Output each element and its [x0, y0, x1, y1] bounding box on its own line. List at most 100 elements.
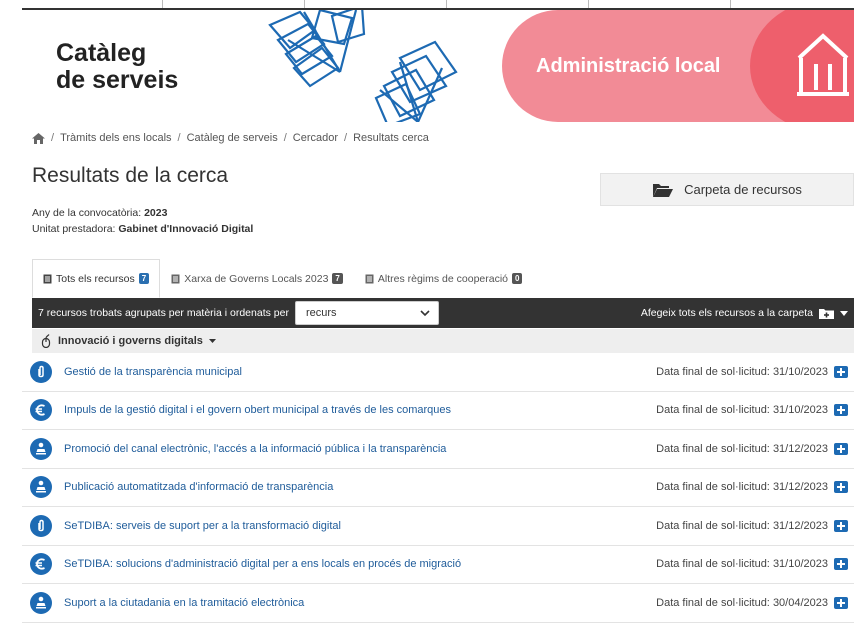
carpeta-recursos-label: Carpeta de recursos [684, 182, 802, 197]
tab-count-badge: 7 [138, 273, 150, 284]
deadline-label: Data final de sol·licitud: [656, 481, 770, 494]
tab-count-badge: 0 [512, 273, 523, 284]
deadline-date: 30/04/2023 [772, 596, 828, 609]
deadline-date: 31/10/2023 [772, 404, 828, 417]
breadcrumb-item-cercador[interactable]: Cercador [293, 132, 338, 144]
list-item: Promoció del canal electrònic, l'accés a… [22, 430, 854, 469]
home-icon[interactable] [32, 132, 45, 144]
deadline-date: 31/12/2023 [772, 442, 828, 455]
euro-icon [30, 399, 52, 422]
person-icon [30, 437, 52, 460]
resource-tabs: Tots els recursos 7 Xarxa de Governs Loc… [32, 259, 533, 298]
top-ruler [22, 0, 854, 8]
deadline-label: Data final de sol·licitud: [656, 519, 770, 532]
folder-open-icon [653, 183, 674, 197]
meta-unit: Unitat prestadora: Gabinet d'Innovació D… [32, 223, 253, 235]
tab-label: Xarxa de Governs Locals 2023 [184, 272, 329, 285]
resource-link[interactable]: SeTDIBA: solucions d'administració digit… [64, 558, 461, 570]
caret-down-icon [840, 310, 848, 316]
paperclip-icon [30, 514, 52, 537]
carpeta-recursos-button[interactable]: Carpeta de recursos [600, 173, 854, 206]
paperclip-icon [30, 360, 52, 383]
deadline-date: 31/10/2023 [772, 365, 828, 378]
resource-deadline: Data final de sol·licitud: 31/10/2023 [656, 404, 828, 416]
meta-year-label: Any de la convocatòria: [32, 207, 142, 219]
euro-icon [30, 553, 52, 576]
book-icon [43, 274, 52, 283]
deadline-label: Data final de sol·licitud: [656, 558, 770, 571]
book-icon [171, 274, 180, 283]
list-item: Suport a la ciutadania en la tramitació … [22, 584, 854, 623]
group-label: Innovació i governs digitals [58, 335, 203, 347]
origami-logo-icon [268, 10, 458, 122]
deadline-date: 31/12/2023 [772, 519, 828, 532]
tab-altres-regims[interactable]: Altres règims de cooperació 0 [354, 259, 534, 298]
results-toolbar: 7 recursos trobats agrupats per matèria … [32, 298, 854, 328]
add-to-folder-button[interactable] [834, 481, 848, 494]
chevron-down-icon [420, 309, 430, 316]
add-to-folder-button[interactable] [834, 596, 848, 609]
deadline-date: 31/10/2023 [772, 558, 828, 571]
results-summary: 7 recursos trobats agrupats per matèria … [38, 307, 289, 319]
resource-link[interactable]: SeTDIBA: serveis de suport per a la tran… [64, 520, 341, 532]
resource-deadline: Data final de sol·licitud: 31/12/2023 [656, 520, 828, 532]
resource-link[interactable]: Suport a la ciutadania en la tramitació … [64, 597, 304, 609]
resource-deadline: Data final de sol·licitud: 31/12/2023 [656, 481, 828, 493]
add-to-folder-button[interactable] [834, 365, 848, 378]
deadline-date: 31/12/2023 [772, 481, 828, 494]
resource-deadline: Data final de sol·licitud: 31/10/2023 [656, 366, 828, 378]
tab-label: Tots els recursos [56, 272, 135, 285]
brand-title[interactable]: Catàleg de serveis [56, 40, 178, 94]
meta-unit-label: Unitat prestadora: [32, 223, 116, 235]
breadcrumb-item-current: Resultats cerca [353, 132, 429, 144]
admin-local-label[interactable]: Administració local [536, 55, 721, 78]
meta-year: Any de la convocatòria: 2023 [32, 207, 167, 219]
resource-link[interactable]: Impuls de la gestió digital i el govern … [64, 404, 451, 416]
deadline-label: Data final de sol·licitud: [656, 596, 770, 609]
mouse-icon [41, 334, 51, 348]
breadcrumb-item-cataleg[interactable]: Catàleg de serveis [187, 132, 278, 144]
deadline-label: Data final de sol·licitud: [656, 365, 770, 378]
resource-link[interactable]: Publicació automatitzada d'informació de… [64, 481, 333, 493]
meta-unit-value: Gabinet d'Innovació Digital [118, 223, 254, 235]
person-icon [30, 476, 52, 499]
deadline-label: Data final de sol·licitud: [656, 404, 770, 417]
add-all-to-folder-button[interactable]: Afegeix tots els recursos a la carpeta [641, 307, 848, 319]
tab-xarxa-governs-locals[interactable]: Xarxa de Governs Locals 2023 7 [160, 259, 354, 298]
add-to-folder-button[interactable] [834, 558, 848, 571]
list-item: SeTDIBA: solucions d'administració digit… [22, 546, 854, 584]
resource-link[interactable]: Gestió de la transparència municipal [64, 366, 242, 378]
add-to-folder-button[interactable] [834, 442, 848, 455]
breadcrumb-item-tramits[interactable]: Tràmits dels ens locals [60, 132, 171, 144]
list-item: SeTDIBA: serveis de suport per a la tran… [22, 507, 854, 546]
brand-line-2: de serveis [56, 66, 179, 94]
brand-line-1: Catàleg [56, 39, 147, 67]
tab-count-badge: 7 [332, 273, 343, 284]
book-icon [365, 274, 374, 283]
list-item: Gestió de la transparència municipal Dat… [22, 353, 854, 392]
results-list: Gestió de la transparència municipal Dat… [22, 353, 854, 623]
tab-label: Altres règims de cooperació [377, 272, 509, 285]
list-item: Publicació automatitzada d'informació de… [22, 469, 854, 507]
add-to-folder-button[interactable] [834, 519, 848, 532]
resource-deadline: Data final de sol·licitud: 30/04/2023 [656, 597, 828, 609]
deadline-label: Data final de sol·licitud: [656, 442, 770, 455]
add-all-label: Afegeix tots els recursos a la carpeta [640, 307, 813, 319]
resource-deadline: Data final de sol·licitud: 31/12/2023 [656, 443, 828, 455]
page-title: Resultats de la cerca [32, 164, 229, 187]
tab-tots-els-recursos[interactable]: Tots els recursos 7 [32, 259, 161, 298]
meta-year-value: 2023 [144, 207, 168, 219]
list-item: Impuls de la gestió digital i el govern … [22, 392, 854, 430]
caret-down-icon [208, 339, 216, 343]
header-banner: Catàleg de serveis Administració local [22, 10, 854, 122]
resource-deadline: Data final de sol·licitud: 31/10/2023 [656, 558, 828, 570]
resource-link[interactable]: Promoció del canal electrònic, l'accés a… [64, 443, 446, 455]
folder-plus-icon [819, 308, 834, 319]
sort-select[interactable]: recurs [294, 301, 439, 325]
person-icon [30, 591, 52, 614]
group-innovacio[interactable]: Innovació i governs digitals [32, 329, 854, 353]
sort-select-value: recurs [305, 307, 337, 319]
add-to-folder-button[interactable] [834, 404, 848, 417]
townhall-icon [797, 33, 849, 96]
breadcrumb: / Tràmits dels ens locals / Catàleg de s… [32, 132, 429, 144]
